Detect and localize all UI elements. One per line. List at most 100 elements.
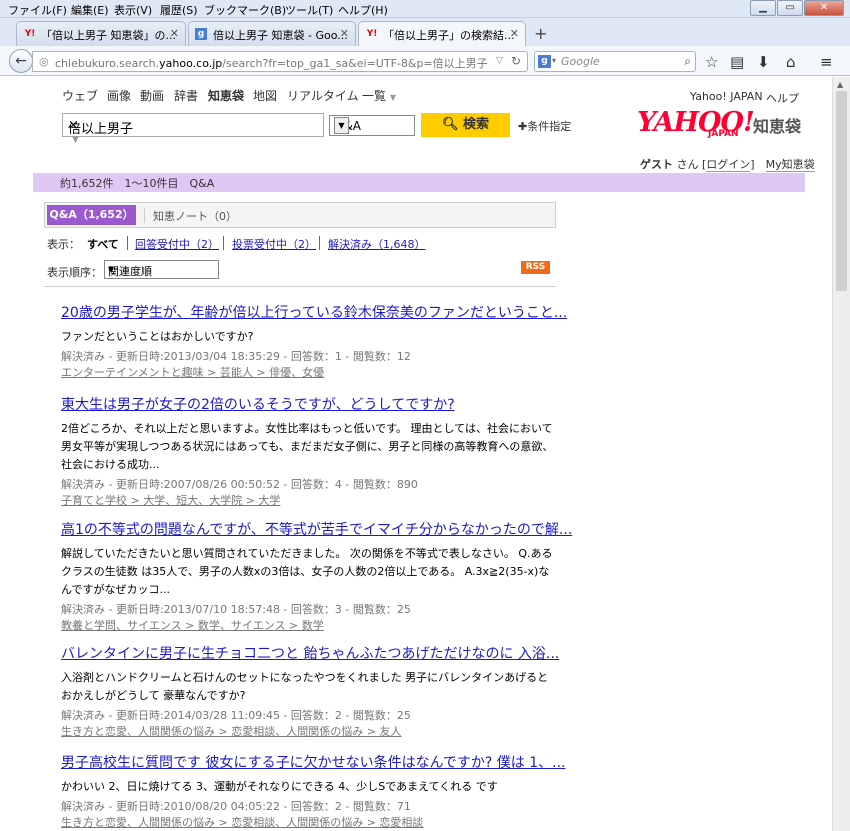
home-icon[interactable]: ⌂ [786,53,796,71]
result-item-1: 20歳の男子学生が、年齢が倍以上行っている鈴木保奈美のファンだということ... … [61,302,567,381]
result-tabs: Q&A（1,652） 知恵ノート（0） [44,202,556,228]
tab-label: 「倍以上男子」の検索結... [383,29,515,42]
maximize-button[interactable]: ▭ [777,0,803,16]
result-description: ファンだということはおかしいですか? [61,330,254,343]
menu-edit[interactable]: 編集(E) [71,2,109,18]
nav-more[interactable]: 一覧 ▼ [362,87,396,104]
menu-icon[interactable]: ≡ [820,53,833,71]
nav-chiebukuro[interactable]: 知恵袋 [208,87,244,104]
menu-file[interactable]: ファイル(F) [8,2,67,18]
search-input[interactable]: 倍以上男子 × [62,113,324,137]
tab-qa[interactable]: Q&A（1,652） [47,205,136,225]
browser-tab-1[interactable]: Y! 「倍以上男子 知恵袋」の... ✕ [16,21,186,46]
user-status: ゲスト さん [ログイン] My知恵袋 [640,158,815,172]
close-window-button[interactable]: ✕ [804,0,844,16]
result-category[interactable]: エンターテインメントと趣味 > 芸能人 > 俳優、女優 [61,365,558,381]
bookmark-star-icon[interactable]: ☆ [705,53,718,71]
sort-label: 表示順序： [47,266,102,279]
plus-icon: ✚ [518,120,528,133]
login-link[interactable]: ログイン [706,158,751,172]
result-count: 約1,652件 1～10件目 Q&A [60,177,215,190]
yahoo-japan-link[interactable]: Yahoo! JAPAN [690,90,763,103]
divider [44,286,556,287]
filter-divider [127,236,128,250]
engine-dropdown-icon[interactable]: ▾ [552,56,556,65]
my-chiebukuro-link[interactable]: My知恵袋 [765,158,815,172]
search-assist-icon[interactable]: ▼ [72,135,79,145]
minimize-button[interactable]: ▁ [750,0,776,16]
result-title[interactable]: 20歳の男子学生が、年齢が倍以上行っている鈴木保奈美のファンだということ... [61,302,567,321]
chevron-down-icon: ▼ [334,117,349,134]
search-icon[interactable]: ⌕ [684,54,691,69]
download-icon[interactable]: ⬇ [757,53,770,71]
nav-map[interactable]: 地図 [253,87,277,104]
result-description: 2倍どころか、それ以上だと思いますよ。女性比率はもっと低いです。 理由としては、… [61,422,554,471]
result-title[interactable]: バレンタインに男子に生チョコ二つと 飴ちゃんふたつあげただけなのに 入浴... [61,643,559,662]
scroll-up-icon[interactable]: ▲ [837,80,843,89]
browser-tab-2[interactable]: g 倍以上男子 知恵袋 - Goo... ✕ [188,21,356,46]
page-scrollbar[interactable]: ▲ [832,77,850,831]
yahoo-favicon: Y! [366,29,378,39]
chevron-down-icon: ▼ [108,265,115,274]
result-item-5: 男子高校生に質問です 彼女にする子に欠かせない条件はなんですか? 僕は 1、..… [61,752,565,831]
result-meta: 解決済み - 更新日時:2014/03/28 11:09:45 - 回答数：2 … [61,709,411,722]
tab-close-icon[interactable]: ✕ [170,27,179,40]
result-description: かわいい 2、日に焼けてる 3、運動がそれなりにできる 4、少しSであまえてくれ… [61,780,498,793]
result-category[interactable]: 教養と学問、サイエンス > 数学、サイエンス > 数学 [61,618,558,634]
reload-icon[interactable]: ↻ [511,54,521,68]
filter-all[interactable]: すべて [87,236,119,252]
yahoo-logo-japan: JAPAN [708,129,739,139]
result-category[interactable]: 生き方と恋愛、人間関係の悩み > 恋愛相談、人間関係の悩み > 恋愛相談 [61,815,558,831]
menu-history[interactable]: 履歴(S) [160,2,198,18]
url-history-icon[interactable]: ▽ [496,56,503,66]
filter-voting[interactable]: 投票受付中（2） [232,236,316,252]
url-text: chiebukuro.search.yahoo.co.jp/search?fr=… [55,57,488,70]
sort-select[interactable]: 関連度順 ▼ [104,260,219,279]
filter-label: 表示： [47,238,80,251]
search-button[interactable]: 🔍︎ 検索 [421,113,510,137]
search-placeholder: Google [561,55,600,68]
result-item-4: バレンタインに男子に生チョコ二つと 飴ちゃんふたつあげただけなのに 入浴... … [61,643,559,740]
search-icon: 🔍︎ [441,117,459,132]
result-title[interactable]: 高1の不等式の問題なんですが、不等式が苦手でイマイチ分からなかったので解... [61,519,572,538]
chiebukuro-logo[interactable]: 知恵袋 [753,113,801,137]
result-category[interactable]: 生き方と恋愛、人間関係の悩み > 恋愛相談、人間関係の悩み > 友人 [61,724,558,740]
more-dropdown-icon: ▼ [389,93,396,102]
search-conditions-link[interactable]: ✚条件指定 [518,118,571,134]
tab-close-icon[interactable]: ✕ [340,27,349,40]
result-meta: 解決済み - 更新日時:2013/03/04 18:35:29 - 回答数：1 … [61,350,411,363]
result-category[interactable]: 子育てと学校 > 大学、短大、大学院 > 大学 [61,493,558,509]
nav-images[interactable]: 画像 [107,87,131,104]
nav-video[interactable]: 動画 [140,87,164,104]
google-favicon: g [195,28,207,40]
google-engine-icon[interactable]: g [538,55,551,68]
filter-solved[interactable]: 解決済み（1,648） [328,236,426,252]
result-title[interactable]: 東大生は男子が女子の2倍のいるそうですが、どうしてですか? [61,394,558,413]
nav-web[interactable]: ウェブ [62,87,98,104]
clear-icon[interactable]: × [68,118,315,133]
scroll-thumb[interactable] [836,91,847,291]
result-description: 解説していただきたいと思い質問されていただきました。 次の関係を不等式で表しなさ… [61,547,553,596]
url-bar[interactable]: ◎ chiebukuro.search.yahoo.co.jp/search?f… [32,51,528,72]
search-type-select[interactable]: Q&A ▼ [329,115,415,136]
tab-bar: Y! 「倍以上男子 知恵袋」の... ✕ g 倍以上男子 知恵袋 - Goo..… [0,18,850,46]
menu-bookmarks[interactable]: ブックマーク(B) [204,2,286,18]
bookmarks-list-icon[interactable]: ▤ [730,53,744,71]
menu-help[interactable]: ヘルプ(H) [338,2,388,18]
filter-answering[interactable]: 回答受付中（2） [135,236,219,252]
yahoo-favicon: Y! [24,29,36,39]
help-link[interactable]: ヘルプ [766,90,799,106]
tab-chie-note[interactable]: 知恵ノート（0） [153,208,237,224]
back-button[interactable]: ← [9,49,33,73]
browser-search-box[interactable]: g ▾ Google ⌕ [534,51,696,72]
menu-bar: ファイル(F) 編集(E) 表示(V) 履歴(S) ブックマーク(B) ツール(… [0,0,850,18]
nav-dictionary[interactable]: 辞書 [174,87,198,104]
result-title[interactable]: 男子高校生に質問です 彼女にする子に欠かせない条件はなんですか? 僕は 1、..… [61,752,565,771]
menu-view[interactable]: 表示(V) [114,2,152,18]
nav-realtime[interactable]: リアルタイム [287,87,359,104]
menu-tools[interactable]: ツール(T) [285,2,333,18]
tab-close-icon[interactable]: ✕ [510,27,519,40]
browser-tab-3[interactable]: Y! 「倍以上男子」の検索結... ✕ [358,21,526,46]
rss-button[interactable]: RSS [521,261,550,274]
new-tab-button[interactable]: + [534,24,547,43]
